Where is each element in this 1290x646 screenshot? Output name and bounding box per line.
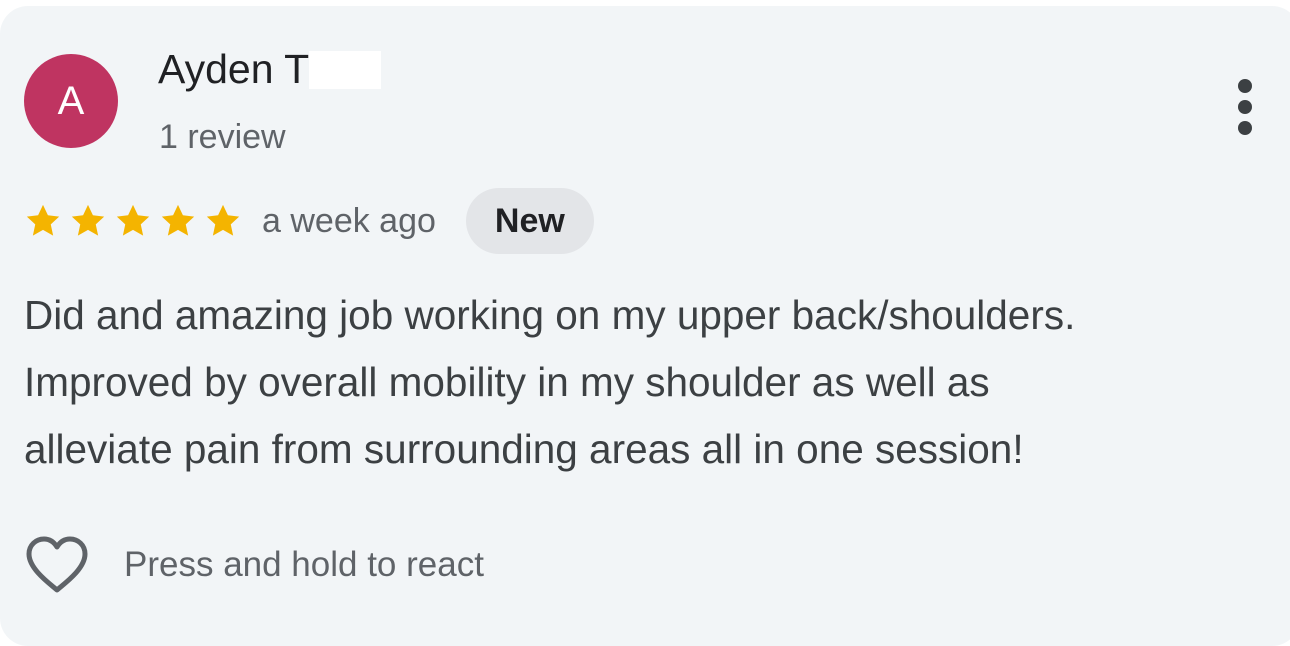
- more-vert-icon: [1238, 79, 1252, 135]
- new-badge: New: [465, 188, 594, 254]
- avatar[interactable]: A: [24, 54, 118, 148]
- star-icon: [116, 204, 150, 236]
- author-name[interactable]: Ayden T: [158, 46, 309, 93]
- review-card: A Ayden T 1 review a week ago New Did an…: [0, 6, 1290, 646]
- redaction-box: [309, 50, 382, 89]
- react-button[interactable]: Press and hold to react: [24, 530, 484, 600]
- review-text-line: Improved by overall mobility in my shoul…: [24, 359, 990, 405]
- react-label: Press and hold to react: [124, 545, 484, 584]
- star-icon: [71, 204, 105, 236]
- author-review-count[interactable]: 1 review: [159, 118, 286, 157]
- star-icon: [161, 204, 195, 236]
- review-text: Did and amazing job working on my upper …: [24, 282, 1274, 483]
- avatar-initial: A: [57, 78, 85, 123]
- review-text-line: Did and amazing job working on my upper …: [24, 292, 1076, 338]
- more-options-button[interactable]: [1222, 72, 1268, 142]
- star-rating: [24, 202, 249, 240]
- review-date: a week ago: [262, 201, 436, 240]
- rating-row: a week ago New: [24, 188, 594, 254]
- star-icon: [206, 204, 240, 236]
- star-icon: [26, 204, 60, 236]
- review-text-line: alleviate pain from surrounding areas al…: [24, 426, 1024, 472]
- author-name-row[interactable]: Ayden T: [158, 46, 382, 93]
- heart-outline-icon: [26, 536, 88, 593]
